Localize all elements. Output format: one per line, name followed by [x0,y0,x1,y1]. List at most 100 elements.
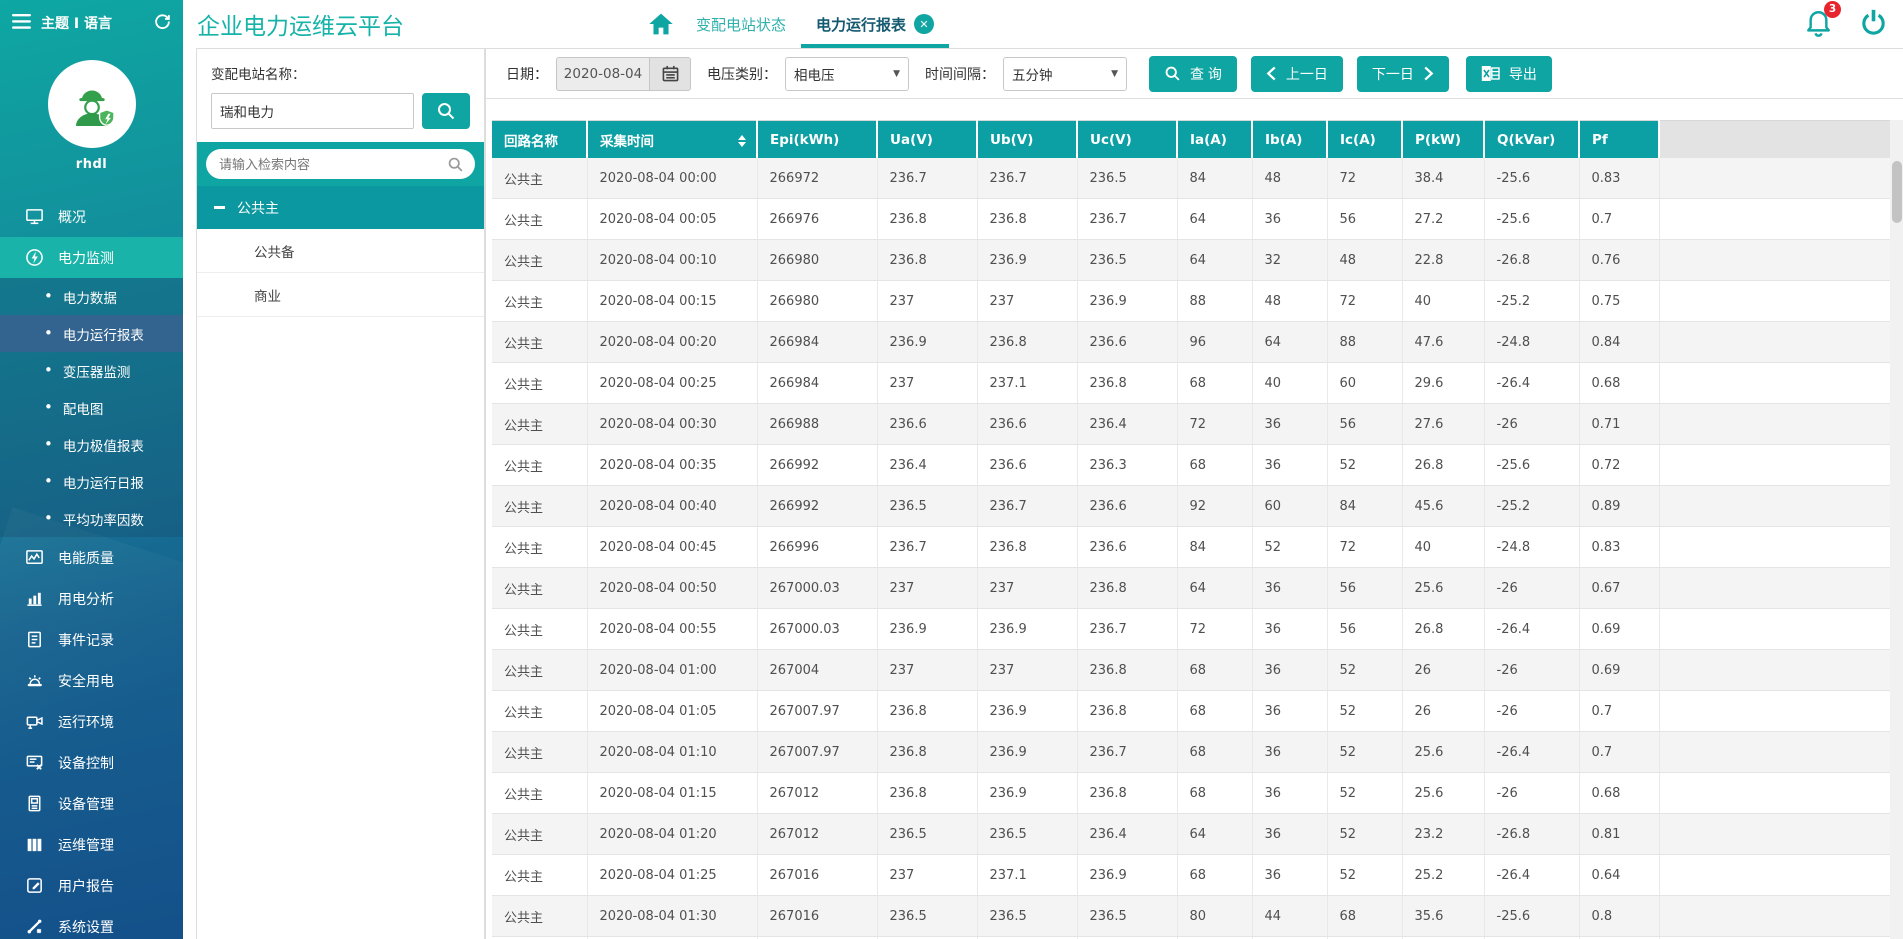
table-row[interactable]: 公共主2020-08-04 00:25266984237237.1236.868… [492,363,1890,404]
table-row[interactable]: 公共主2020-08-04 01:25267016237237.1236.968… [492,855,1890,896]
table-row[interactable]: 公共主2020-08-04 00:55267000.03236.9236.923… [492,609,1890,650]
table-row[interactable]: 公共主2020-08-04 00:40266992236.5236.7236.6… [492,486,1890,527]
sidebar-subitem[interactable]: •电力运行报表 [0,315,183,352]
table-row[interactable]: 公共主2020-08-04 01:10267007.97236.8236.923… [492,732,1890,773]
notifications-button[interactable]: 3 [1805,8,1832,41]
table-row[interactable]: 公共主2020-08-04 00:05266976236.8236.8236.7… [492,199,1890,240]
column-header[interactable]: Epi(kWh) [757,121,877,159]
sidebar-top-bar: 主题 I 语言 [0,0,183,46]
table-row[interactable]: 公共主2020-08-04 01:05267007.97236.8236.923… [492,691,1890,732]
theme-language-label[interactable]: 主题 I 语言 [41,13,112,33]
tree-node[interactable]: 商业 [197,273,484,317]
column-header[interactable]: Ia(A) [1177,121,1252,159]
sidebar-item[interactable]: 运行环境 [0,701,183,742]
tree-search-input[interactable] [217,156,447,173]
query-button[interactable]: 查 询 [1149,56,1237,92]
export-button[interactable]: 导出 [1466,56,1552,92]
sidebar-item[interactable]: 用电分析 [0,578,183,619]
column-header[interactable]: Ua(V) [877,121,977,159]
refresh-icon[interactable] [154,13,171,34]
power-button[interactable] [1860,8,1887,41]
table-cell: 25.6 [1402,732,1484,773]
table-cell: 公共主 [492,158,587,199]
table-cell: 56 [1327,199,1402,240]
station-search-button[interactable] [422,93,470,129]
table-cell: 0.72 [1579,445,1659,486]
column-header[interactable]: Ib(A) [1252,121,1327,159]
sidebar-subitem[interactable]: •电力极值报表 [0,426,183,463]
sidebar-item[interactable]: 安全用电 [0,660,183,701]
date-input[interactable]: 2020-08-04 [556,57,649,91]
vertical-scrollbar[interactable] [1890,120,1903,939]
voltage-type-select[interactable]: 相电压 ▼ [785,57,909,91]
tree-node[interactable]: 公共备 [197,229,484,273]
avatar[interactable] [48,60,136,148]
tree-node-label: 商业 [254,285,281,305]
table-cell: 266992 [757,445,877,486]
table-row[interactable]: 公共主2020-08-04 01:30267016236.5236.5236.5… [492,896,1890,937]
sidebar-item[interactable]: 设备管理 [0,783,183,824]
sidebar-subitem[interactable]: •变压器监测 [0,352,183,389]
sidebar-subitem[interactable]: •电力数据 [0,278,183,315]
sidebar-subitem[interactable]: •平均功率因数 [0,500,183,537]
sidebar-subitem[interactable]: •电力运行日报 [0,463,183,500]
column-header[interactable]: Ic(A) [1327,121,1402,159]
chevron-right-icon [1423,66,1434,81]
row-filler [1659,732,1890,773]
column-header[interactable]: P(kW) [1402,121,1484,159]
column-header[interactable]: Ub(V) [977,121,1077,159]
column-header[interactable]: Uc(V) [1077,121,1177,159]
sidebar-item[interactable]: 电力监测 [0,237,183,278]
column-header[interactable]: 采集时间 [587,121,757,159]
station-name-input[interactable] [211,93,414,129]
table-row[interactable]: 公共主2020-08-04 00:50267000.03237237236.86… [492,568,1890,609]
table-row[interactable]: 公共主2020-08-04 01:00267004237237236.86836… [492,650,1890,691]
table-row[interactable]: 公共主2020-08-04 00:10266980236.8236.9236.5… [492,240,1890,281]
station-search-row [211,93,470,129]
row-filler [1659,527,1890,568]
sidebar-item[interactable]: 设备控制 [0,742,183,783]
home-icon[interactable] [648,12,674,40]
next-day-button[interactable]: 下一日 [1357,56,1449,92]
column-header[interactable]: Q(kVar) [1484,121,1579,159]
tab-substation-status[interactable]: 变配电站状态 [681,0,801,48]
table-row[interactable]: 公共主2020-08-04 00:30266988236.6236.6236.4… [492,404,1890,445]
sidebar-item[interactable]: 用户报告 [0,865,183,906]
table-row[interactable]: 公共主2020-08-04 01:15267012236.8236.9236.8… [492,773,1890,814]
collapse-icon[interactable] [214,206,225,209]
table-cell: 29.6 [1402,363,1484,404]
sidebar-item[interactable]: 概况 [0,196,183,237]
table-row[interactable]: 公共主2020-08-04 00:35266992236.4236.6236.3… [492,445,1890,486]
sidebar-item[interactable]: 系统设置 [0,906,183,939]
sidebar-subitem[interactable]: •配电图 [0,389,183,426]
table-row[interactable]: 公共主2020-08-04 00:45266996236.7236.8236.6… [492,527,1890,568]
sidebar-item[interactable]: 事件记录 [0,619,183,660]
device-control-icon [24,753,44,772]
table-row[interactable]: 公共主2020-08-04 00:15266980237237236.98848… [492,281,1890,322]
interval-select[interactable]: 五分钟 ▼ [1003,57,1127,91]
table-cell: 2020-08-04 00:50 [587,568,757,609]
table-cell: 64 [1177,814,1252,855]
table-cell: 266980 [757,281,877,322]
prev-day-button[interactable]: 上一日 [1251,56,1343,92]
table-row[interactable]: 公共主2020-08-04 01:20267012236.5236.5236.4… [492,814,1890,855]
menu-icon[interactable] [12,14,31,33]
table-row[interactable]: 公共主2020-08-04 00:20266984236.9236.8236.6… [492,322,1890,363]
sidebar-item[interactable]: 电能质量 [0,537,183,578]
table-cell: 2020-08-04 00:35 [587,445,757,486]
scrollbar-thumb[interactable] [1892,161,1902,223]
table-cell: -24.8 [1484,322,1579,363]
sidebar-item[interactable]: 运维管理 [0,824,183,865]
table-cell: 267012 [757,773,877,814]
tab-power-report[interactable]: 电力运行报表 ✕ [801,0,949,48]
table-row[interactable]: 公共主2020-08-04 00:00266972236.7236.7236.5… [492,158,1890,199]
table-cell: 2020-08-04 00:10 [587,240,757,281]
sort-icon[interactable] [738,135,746,147]
column-header[interactable]: Pf [1579,121,1659,159]
calendar-button[interactable] [649,57,691,91]
tree-node-root[interactable]: 公共主 [197,186,484,229]
table-cell: 236.4 [1077,814,1177,855]
table-cell: 0.83 [1579,527,1659,568]
column-header[interactable]: 回路名称 [492,121,587,159]
tab-close-icon[interactable]: ✕ [914,14,934,34]
